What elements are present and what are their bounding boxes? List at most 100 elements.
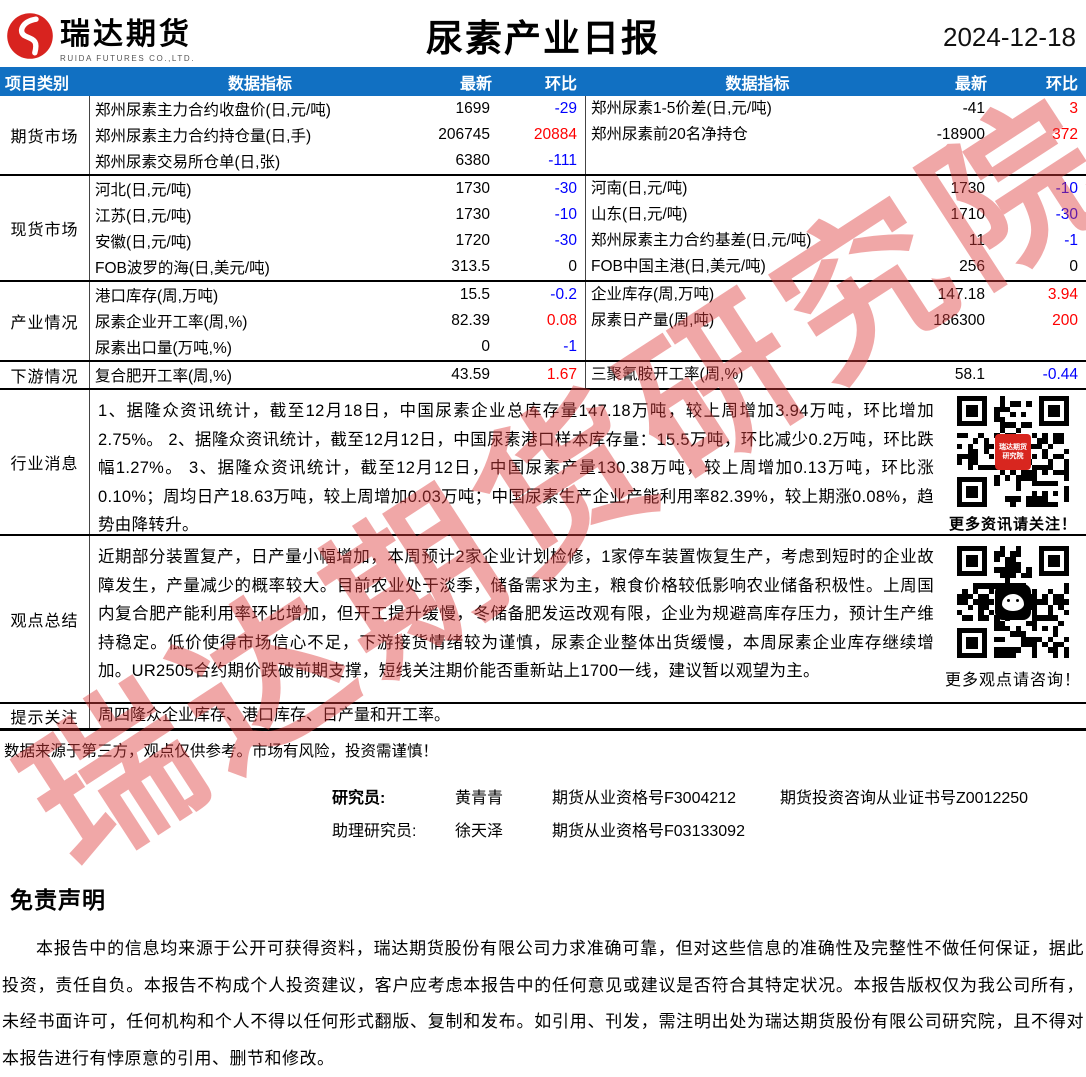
ruida-badge-icon: 瑞达期货 研究院 xyxy=(995,433,1031,470)
indicator-label: 企业库存(周,万吨) xyxy=(585,282,930,308)
indicator-label: FOB中国主港(日,美元/吨) xyxy=(585,254,930,280)
qr-finder-icon xyxy=(957,396,987,426)
change-value: -111 xyxy=(548,152,577,169)
change-value: -10 xyxy=(554,206,577,223)
latest-value: 43.59 xyxy=(451,366,490,383)
section-industry-news: 行业消息 1、据隆众资讯统计，截至12月18日，中国尿素企业总库存量147.18… xyxy=(0,388,1086,534)
change-value: 0 xyxy=(1069,258,1078,275)
latest-value: 147.18 xyxy=(937,286,985,303)
indicator-label: 尿素出口量(万吨,%) xyxy=(95,340,232,357)
change-value: -30 xyxy=(554,232,577,249)
table-row: 复合肥开工率(周,%) 43.59 1.67 三聚氰胺开工率(周,%) 58.1… xyxy=(90,362,1086,388)
section-rows: 河北(日,元/吨) 1730 -30 河南(日,元/吨) 1730 -10 江苏… xyxy=(90,176,1086,280)
latest-value: 1730 xyxy=(455,180,490,197)
section-opinion-summary: 观点总结 近期部分装置复产，日产量小幅增加，本周预计2家企业计划检修，1家停车装… xyxy=(0,534,1086,702)
report-date: 2024-12-18 xyxy=(943,22,1076,52)
latest-value: -18900 xyxy=(936,126,985,143)
latest-value: 313.5 xyxy=(451,258,490,275)
industry-news-text: 1、据隆众资讯统计，截至12月18日，中国尿素企业总库存量147.18万吨，较上… xyxy=(98,402,934,534)
qr-finder-icon xyxy=(1039,546,1069,576)
indicator-label: 河南(日,元/吨) xyxy=(585,176,930,202)
latest-value: 206745 xyxy=(438,126,490,143)
researcher-block: 研究员: 黄青青 期货从业资格号F3004212 期货投资咨询从业证书号Z001… xyxy=(0,779,1086,845)
indicator-label: 郑州尿素交易所仓单(日,张) xyxy=(95,154,281,171)
latest-value: -41 xyxy=(962,100,985,117)
researcher-cert2: 期货投资咨询从业证书号Z0012250 xyxy=(780,789,1029,807)
change-value: -10 xyxy=(1055,180,1078,197)
change-value: -30 xyxy=(1055,206,1078,223)
latest-value: 15.5 xyxy=(459,286,490,303)
col-header-indicator-left: 数据指标 xyxy=(227,75,292,93)
researcher-row: 助理研究员: 徐天泽 期货从业资格号F03133092 xyxy=(332,812,1086,845)
opinion-qr-zone: 更多观点请咨询！ xyxy=(940,536,1086,702)
latest-value: 1710 xyxy=(950,206,985,223)
latest-value: 1720 xyxy=(455,232,490,249)
change-value: 0 xyxy=(568,258,577,275)
table-row: 郑州尿素主力合约收盘价(日,元/吨) 1699 -29 郑州尿素1-5价差(日,… xyxy=(90,96,1086,122)
qr-finder-icon xyxy=(957,546,987,576)
latest-value: 58.1 xyxy=(954,366,985,383)
indicator-label: 安徽(日,元/吨) xyxy=(95,234,192,251)
indicator-label: 郑州尿素主力合约持仓量(日,手) xyxy=(95,128,312,145)
section-rows: 复合肥开工率(周,%) 43.59 1.67 三聚氰胺开工率(周,%) 58.1… xyxy=(90,362,1086,388)
researcher-name: 黄青青 xyxy=(455,789,504,807)
opinion-qr-caption: 更多观点请咨询！ xyxy=(944,672,1081,689)
latest-value: 0 xyxy=(481,338,490,355)
indicator-label: 郑州尿素1-5价差(日,元/吨) xyxy=(585,96,930,122)
change-value: -0.44 xyxy=(1042,366,1078,383)
change-value: 0.08 xyxy=(546,312,577,329)
section-watch-alert: 提示关注 周四隆众企业库存、港口库存、日产量和开工率。 xyxy=(0,702,1086,728)
qr-finder-icon xyxy=(1039,396,1069,426)
change-value: 3.94 xyxy=(1047,286,1078,303)
table-row: 尿素出口量(万吨,%) 0 -1 xyxy=(90,334,1086,360)
wechat-icon xyxy=(995,584,1031,620)
indicator-label: 尿素企业开工率(周,%) xyxy=(95,314,248,331)
researcher-cert: 期货从业资格号F3004212 xyxy=(552,789,737,807)
latest-value: 6380 xyxy=(455,152,490,169)
indicator-label: 三聚氰胺开工率(周,%) xyxy=(585,362,930,388)
opinion-summary-text: 近期部分装置复产，日产量小幅增加，本周预计2家企业计划检修，1家停车装置恢复生产… xyxy=(98,548,934,680)
change-value: 200 xyxy=(1052,312,1078,329)
news-qr-caption: 更多资讯请关注！ xyxy=(948,516,1077,533)
col-header-change-left: 环比 xyxy=(544,75,577,93)
disclaimer-title: 免责声明 xyxy=(10,887,106,913)
qr-finder-icon xyxy=(957,477,987,507)
col-header-category: 项目类别 xyxy=(5,75,70,93)
indicator-label: 港口库存(周,万吨) xyxy=(95,288,219,305)
table-row: 河北(日,元/吨) 1730 -30 河南(日,元/吨) 1730 -10 xyxy=(90,176,1086,202)
change-value: 1.67 xyxy=(546,366,577,383)
col-header-change-right: 环比 xyxy=(1045,75,1078,93)
indicator-label xyxy=(585,148,930,174)
researcher-cert: 期货从业资格号F03133092 xyxy=(552,822,745,840)
change-value: 372 xyxy=(1052,126,1078,143)
table-header-row: 项目类别 数据指标 最新 环比 数据指标 最新 环比 xyxy=(0,67,1086,96)
risk-footnote: 数据来源于第三方，观点仅供参考。市场有风险，投资需谨慎！ xyxy=(4,743,439,760)
indicator-label xyxy=(585,334,930,360)
category-label: 观点总结 xyxy=(0,536,90,702)
report-header: 瑞达期货 RUIDA FUTURES CO.,LTD. 尿素产业日报 2024-… xyxy=(0,0,1086,67)
disclaimer-text: 本报告中的信息均来源于公开可获得资料，瑞达期货股份有限公司力求准确可靠，但对这些… xyxy=(2,939,1084,1068)
indicator-label: 复合肥开工率(周,%) xyxy=(95,368,232,385)
latest-value: 1730 xyxy=(455,206,490,223)
indicator-label: FOB波罗的海(日,美元/吨) xyxy=(95,260,270,277)
table-row: 尿素企业开工率(周,%) 82.39 0.08 尿素日产量(周,吨) 18630… xyxy=(90,308,1086,334)
table-row: 郑州尿素交易所仓单(日,张) 6380 -111 xyxy=(90,148,1086,174)
news-qr-zone: 瑞达期货 研究院 更多资讯请关注！ xyxy=(940,390,1086,534)
qr-code-news: 瑞达期货 研究院 xyxy=(957,396,1069,507)
latest-value: 186300 xyxy=(933,312,985,329)
indicator-label: 郑州尿素主力合约收盘价(日,元/吨) xyxy=(95,102,331,119)
category-label: 现货市场 xyxy=(0,176,90,280)
latest-value: 256 xyxy=(959,258,985,275)
indicator-label: 尿素日产量(周,吨) xyxy=(585,308,930,334)
indicator-label: 山东(日,元/吨) xyxy=(585,202,930,228)
researcher-row: 研究员: 黄青青 期货从业资格号F3004212 期货投资咨询从业证书号Z001… xyxy=(332,779,1086,812)
category-label: 下游情况 xyxy=(0,362,90,388)
watch-alert-text: 周四隆众企业库存、港口库存、日产量和开工率。 xyxy=(98,707,451,724)
category-label: 提示关注 xyxy=(0,704,90,728)
section-industry-status: 产业情况 港口库存(周,万吨) 15.5 -0.2 企业库存(周,万吨) 147… xyxy=(0,280,1086,360)
qr-code-opinion xyxy=(957,546,1069,658)
table-row: 郑州尿素主力合约持仓量(日,手) 206745 20884 郑州尿素前20名净持… xyxy=(90,122,1086,148)
change-value: -1 xyxy=(563,338,577,355)
col-header-latest-right: 最新 xyxy=(954,75,987,93)
table-row: FOB波罗的海(日,美元/吨) 313.5 0 FOB中国主港(日,美元/吨) … xyxy=(90,254,1086,280)
